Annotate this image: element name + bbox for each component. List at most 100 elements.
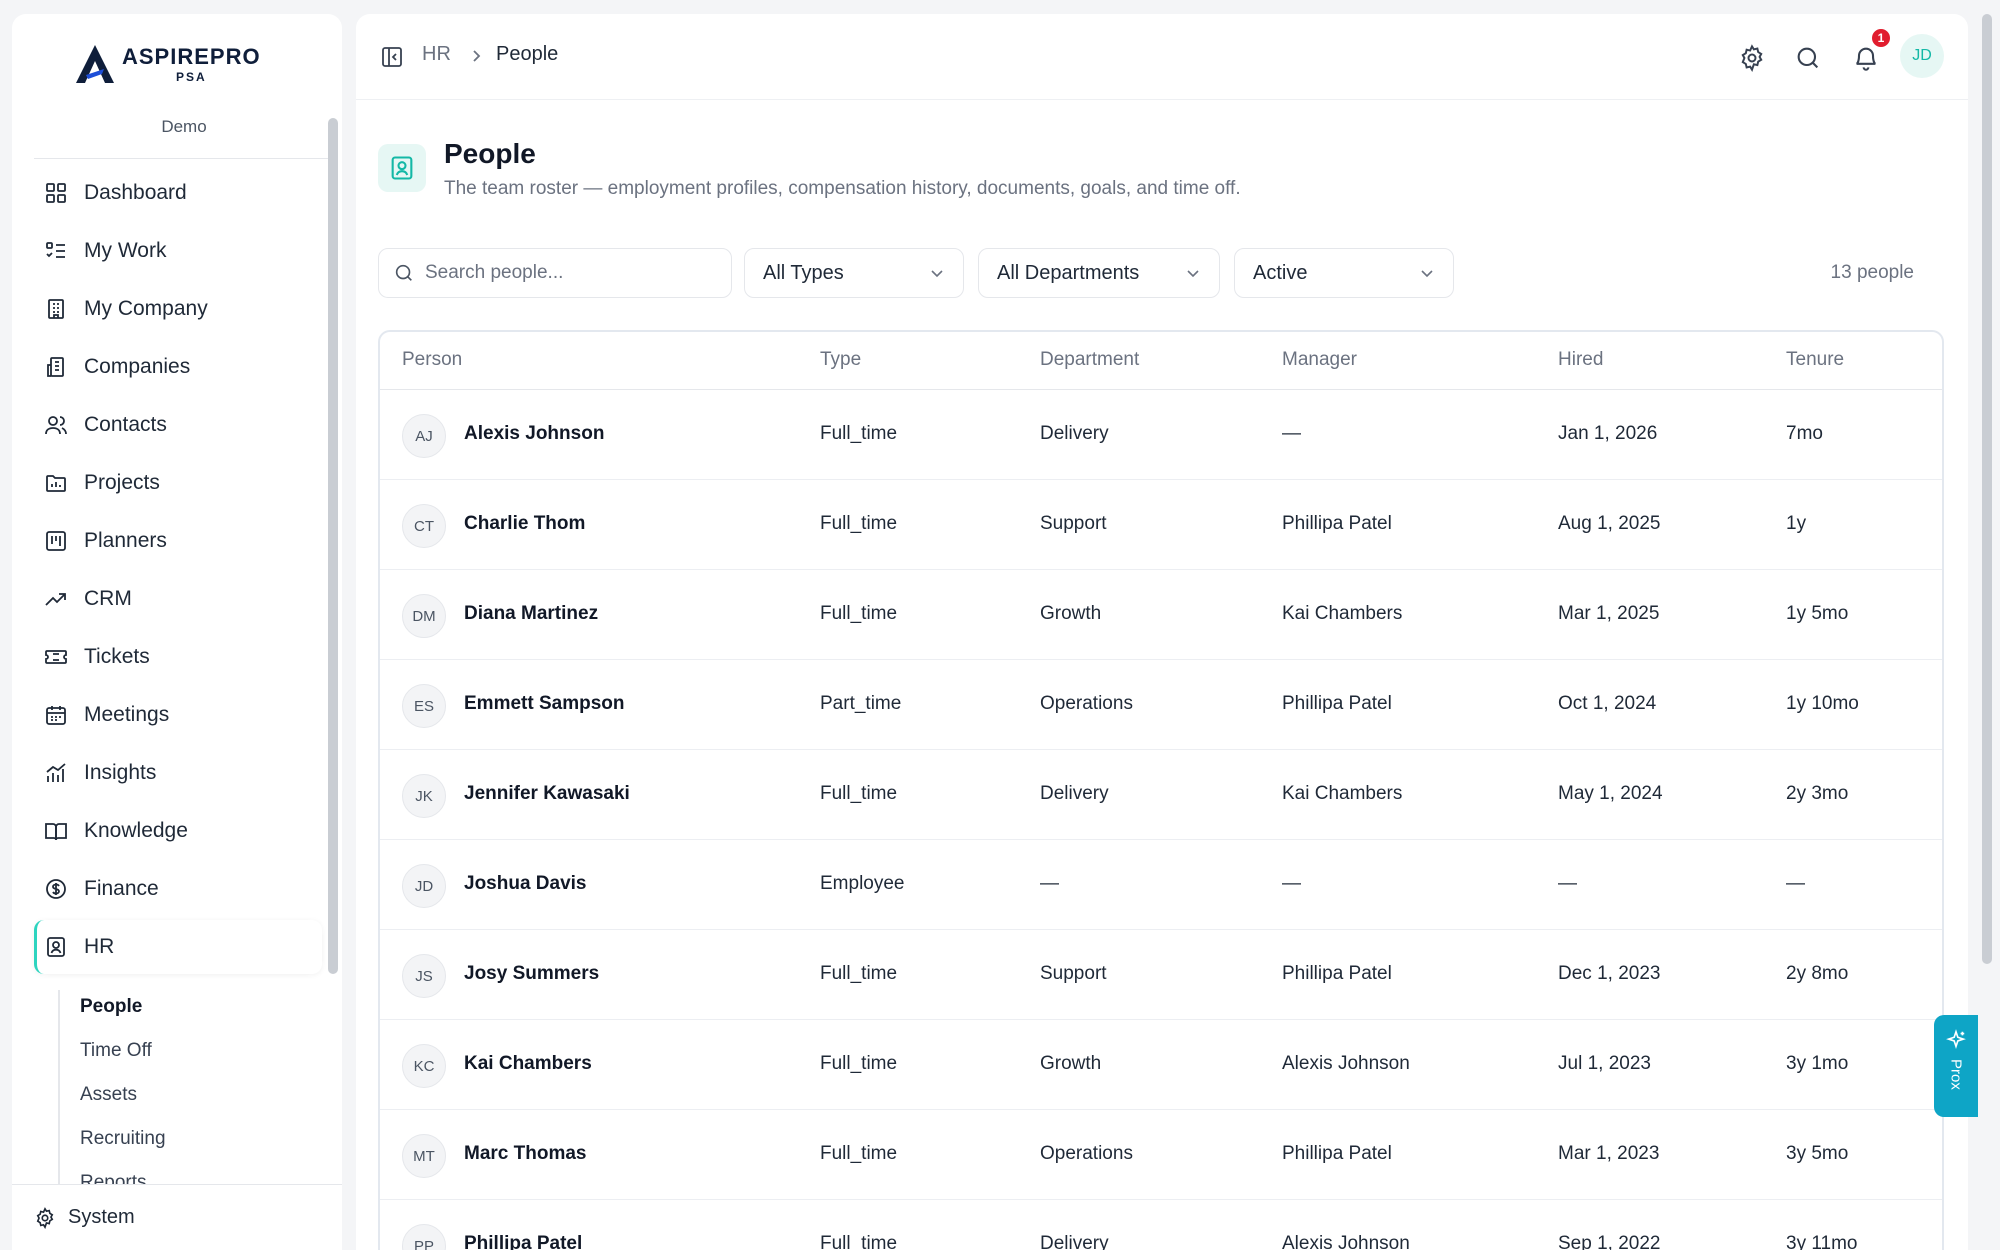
person-name[interactable]: Jennifer Kawasaki [464, 783, 630, 805]
status-filter-value: Active [1253, 261, 1308, 284]
sidebar-item-label: Companies [84, 355, 191, 378]
sidebar-item-tickets[interactable]: Tickets [34, 630, 322, 684]
person-name[interactable]: Joshua Davis [464, 873, 587, 895]
bar-chart-icon [46, 763, 66, 782]
person-department: Operations [1040, 693, 1133, 714]
id-badge-icon [391, 156, 413, 180]
sidebar-item-companies[interactable]: Companies [34, 340, 322, 394]
person-name[interactable]: Emmett Sampson [464, 693, 624, 715]
bell-icon[interactable] [1852, 44, 1880, 72]
page-description: The team roster — employment profiles, c… [444, 178, 1241, 199]
person-name[interactable]: Diana Martinez [464, 603, 598, 625]
sidebar-item-label: My Work [84, 239, 167, 262]
submenu-item-assets[interactable]: Assets [80, 1084, 137, 1106]
sidebar-item-finance[interactable]: Finance [34, 862, 322, 916]
department-filter-select[interactable]: All Departments [978, 248, 1220, 298]
hr-submenu: People Time Off Assets Recruiting Report… [58, 990, 318, 1186]
person-name[interactable]: Marc Thomas [464, 1143, 586, 1165]
person-department: Delivery [1040, 1233, 1109, 1250]
search-field[interactable] [378, 248, 732, 298]
status-filter-select[interactable]: Active [1234, 248, 1454, 298]
table-row[interactable]: JK Jennifer Kawasaki Full_time Delivery … [380, 750, 1942, 840]
id-badge-icon [47, 937, 65, 957]
person-department: Support [1040, 513, 1107, 534]
settings-icon[interactable] [1738, 44, 1766, 72]
person-avatar: JS [402, 954, 446, 998]
table-row[interactable]: DM Diana Martinez Full_time Growth Kai C… [380, 570, 1942, 660]
notification-badge: 1 [1870, 27, 1892, 49]
column-header-person[interactable]: Person [402, 349, 462, 371]
person-hired: Oct 1, 2024 [1558, 693, 1657, 714]
submenu-item-people[interactable]: People [80, 996, 142, 1018]
table-row[interactable]: AJ Alexis Johnson Full_time Delivery — J… [380, 390, 1942, 480]
sidebar-item-label: Projects [84, 471, 160, 494]
ticket-icon [45, 650, 67, 664]
calendar-icon [46, 706, 66, 725]
person-type: Full_time [820, 1233, 898, 1250]
person-name[interactable]: Josy Summers [464, 963, 599, 985]
sidebar-item-label: Meetings [84, 703, 170, 726]
sidebar-item-projects[interactable]: Projects [34, 456, 322, 510]
person-hired: Dec 1, 2023 [1558, 963, 1661, 984]
person-name[interactable]: Alexis Johnson [464, 423, 604, 445]
table-row[interactable]: CT Charlie Thom Full_time Support Philli… [380, 480, 1942, 570]
table-row[interactable]: KC Kai Chambers Full_time Growth Alexis … [380, 1020, 1942, 1110]
people-table: Person Type Department Manager Hired Ten… [378, 330, 1944, 1250]
search-icon[interactable] [1794, 44, 1822, 72]
top-bar: HR People 1 JD [356, 14, 1968, 100]
person-name[interactable]: Charlie Thom [464, 513, 585, 535]
page-scrollbar[interactable] [1982, 14, 1992, 964]
person-name[interactable]: Kai Chambers [464, 1053, 592, 1075]
table-row[interactable]: ES Emmett Sampson Part_time Operations P… [380, 660, 1942, 750]
sidebar-item-knowledge[interactable]: Knowledge [34, 804, 322, 858]
dollar-circle-icon [46, 879, 66, 899]
sidebar-item-contacts[interactable]: Contacts [34, 398, 322, 452]
column-header-tenure[interactable]: Tenure [1786, 349, 1844, 371]
person-name[interactable]: Phillipa Patel [464, 1233, 582, 1250]
column-header-department[interactable]: Department [1040, 349, 1139, 371]
department-filter-value: All Departments [997, 261, 1140, 284]
sidebar-scrollbar[interactable] [328, 118, 338, 974]
person-manager: — [1282, 873, 1301, 894]
table-row[interactable]: MT Marc Thomas Full_time Operations Phil… [380, 1110, 1942, 1200]
aspirepro-logo-icon [76, 45, 114, 83]
person-avatar: MT [402, 1134, 446, 1178]
person-type: Employee [820, 873, 905, 894]
sidebar-item-meetings[interactable]: Meetings [34, 688, 322, 742]
sidebar-item-my-work[interactable]: My Work [34, 224, 322, 278]
sidebar-item-hr[interactable]: HR [34, 920, 322, 974]
sidebar-item-my-company[interactable]: My Company [34, 282, 322, 336]
person-manager: Kai Chambers [1282, 783, 1403, 804]
person-type: Full_time [820, 1053, 898, 1074]
sidebar-item-dashboard[interactable]: Dashboard [34, 166, 322, 220]
sidebar-item-planners[interactable]: Planners [34, 514, 322, 568]
breadcrumb-hr[interactable]: HR [422, 43, 451, 66]
table-row[interactable]: JD Joshua Davis Employee — — — — [380, 840, 1942, 930]
column-header-type[interactable]: Type [820, 349, 861, 371]
table-row[interactable]: PP Phillipa Patel Full_time Delivery Ale… [380, 1200, 1942, 1250]
system-label: System [68, 1206, 135, 1228]
person-manager: Phillipa Patel [1282, 963, 1392, 984]
column-header-manager[interactable]: Manager [1282, 349, 1357, 371]
table-row[interactable]: JS Josy Summers Full_time Support Philli… [380, 930, 1942, 1020]
search-input[interactable] [425, 262, 715, 284]
sidebar-toggle-icon[interactable] [380, 45, 404, 69]
person-tenure: 2y 8mo [1786, 963, 1849, 984]
person-hired: May 1, 2024 [1558, 783, 1663, 804]
workspace-name[interactable]: Demo [34, 117, 334, 137]
submenu-item-recruiting[interactable]: Recruiting [80, 1128, 166, 1150]
person-manager: Alexis Johnson [1282, 1233, 1410, 1250]
system-menu[interactable]: System [12, 1184, 342, 1250]
page-title: People [444, 138, 536, 169]
chevron-down-icon [1187, 270, 1199, 278]
sidebar-item-crm[interactable]: CRM [34, 572, 322, 626]
sidebar-item-label: HR [84, 935, 115, 958]
user-avatar[interactable]: JD [1900, 34, 1944, 78]
column-header-hired[interactable]: Hired [1558, 349, 1603, 371]
submenu-item-time-off[interactable]: Time Off [80, 1040, 152, 1062]
sidebar-item-insights[interactable]: Insights [34, 746, 322, 800]
assistant-tab[interactable]: Prox [1934, 1015, 1978, 1117]
person-tenure: 2y 3mo [1786, 783, 1849, 804]
type-filter-select[interactable]: All Types [744, 248, 964, 298]
brand-logo[interactable]: ASPIREPRO PSA [72, 34, 272, 94]
